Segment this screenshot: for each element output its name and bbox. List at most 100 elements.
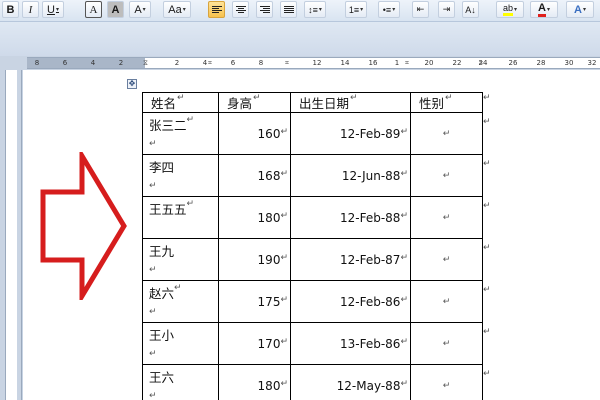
change-case-icon[interactable]: Aa ▾ — [163, 1, 191, 18]
row-end-mark: ↵ — [483, 158, 491, 168]
ribbon-lower-panel — [0, 22, 600, 56]
row-end-mark: ↵ — [483, 368, 491, 378]
decrease-indent-icon[interactable]: ⇤ — [412, 1, 429, 18]
vertical-ruler[interactable] — [0, 70, 22, 400]
text-effects-icon[interactable]: A ▾ — [566, 1, 594, 18]
cell-name[interactable]: 王小 ↵ — [142, 322, 219, 365]
cell-name[interactable]: 王九 ↵ — [142, 238, 219, 281]
formatting-ribbon: B I U ▾ A A A ▾ Aa ▾ ↕≡ ▾ 1≡ ▾ •≡ ▾ ⇤ ⇥ A↓ ab ▾… — [0, 0, 600, 22]
table-row: 王五五↵ 180↵ 12-Feb-88↵ ↵ — [142, 196, 483, 239]
bullets-icon[interactable]: •≡ ▾ — [378, 1, 400, 18]
red-arrow-icon — [40, 152, 127, 300]
ruler-number: 20 — [424, 59, 434, 67]
header-cell-gender[interactable]: 性别↵ — [410, 92, 483, 113]
ruler-number: 2 — [174, 59, 180, 67]
ruler-number: 8 — [34, 59, 40, 67]
ruler-number: 30 — [564, 59, 574, 67]
row-end-mark: ↵ — [483, 92, 491, 102]
italic-icon[interactable]: I — [22, 1, 39, 18]
table-row: 张三二↵ ↵ 160↵ 12-Feb-89↵ ↵ — [142, 112, 483, 155]
row-end-mark: ↵ — [483, 284, 491, 294]
clear-format-icon[interactable]: A ▾ — [129, 1, 151, 18]
cell-gender[interactable]: ↵ — [410, 112, 483, 155]
cell-dob[interactable]: 12-Jun-88↵ — [290, 154, 411, 197]
ruler-number: 16 — [368, 59, 378, 67]
align-right-icon[interactable] — [256, 1, 273, 18]
align-left-icon[interactable] — [208, 1, 225, 18]
cell-height[interactable]: 160↵ — [218, 112, 291, 155]
char-shading-icon[interactable]: A — [107, 1, 124, 18]
sort-icon[interactable]: A↓ — [462, 1, 479, 18]
cell-name[interactable]: 赵六↵ ↵ — [142, 280, 219, 323]
ruler-number: 6 — [230, 59, 236, 67]
table-row: 王九 ↵ 190↵ 12-Feb-87↵ ↵ — [142, 238, 483, 281]
ruler-number: 1 — [394, 59, 400, 67]
underline-icon[interactable]: U ▾ — [42, 1, 64, 18]
cell-gender[interactable]: ↵ — [410, 280, 483, 323]
header-cell-dob[interactable]: 出生日期↵ — [290, 92, 411, 113]
cell-dob[interactable]: 12-Feb-86↵ — [290, 280, 411, 323]
cell-dob[interactable]: 12-May-88↵ — [290, 364, 411, 400]
bold-icon[interactable]: B — [2, 1, 19, 18]
indent-marker-icon[interactable]: ⧖ — [143, 58, 148, 69]
cell-dob[interactable]: 12-Feb-88↵ — [290, 196, 411, 239]
vertical-ruler-track — [5, 70, 17, 400]
cell-gender[interactable]: ↵ — [410, 322, 483, 365]
numbering-icon[interactable]: 1≡ ▾ — [345, 1, 367, 18]
data-table[interactable]: 姓名↵ 身高↵ 出生日期↵ 性别↵ 张三二↵ ↵ 160↵ 12-Feb-89↵ … — [142, 92, 483, 400]
cell-gender[interactable]: ↵ — [410, 364, 483, 400]
ruler-number: 4 — [202, 59, 208, 67]
cell-height[interactable]: 180↵ — [218, 364, 291, 400]
justify-icon[interactable] — [280, 1, 297, 18]
header-cell-name[interactable]: 姓名↵ — [142, 92, 219, 113]
table-move-handle-icon[interactable]: ✥ — [127, 79, 137, 89]
ruler-number: 28 — [536, 59, 546, 67]
cell-height[interactable]: 180↵ — [218, 196, 291, 239]
column-marker-icon[interactable]: ⌗ — [285, 58, 289, 69]
table-row: 王六 ↵ 180↵ 12-May-88↵ ↵ — [142, 364, 483, 400]
align-center-icon[interactable] — [232, 1, 249, 18]
header-cell-height[interactable]: 身高↵ — [218, 92, 291, 113]
ruler-number: 6 — [62, 59, 68, 67]
ruler-number: 22 — [452, 59, 462, 67]
cell-dob[interactable]: 12-Feb-87↵ — [290, 238, 411, 281]
cell-gender[interactable]: ↵ — [410, 196, 483, 239]
row-end-mark: ↵ — [483, 326, 491, 336]
cell-name[interactable]: 王六 ↵ — [142, 364, 219, 400]
font-color-icon[interactable]: A ▾ — [530, 1, 558, 18]
cell-dob[interactable]: 13-Feb-86↵ — [290, 322, 411, 365]
cell-dob[interactable]: 12-Feb-89↵ — [290, 112, 411, 155]
cell-height[interactable]: 170↵ — [218, 322, 291, 365]
ruler-number: 26 — [508, 59, 518, 67]
column-marker-icon[interactable]: ⌗ — [479, 58, 483, 69]
cell-height[interactable]: 175↵ — [218, 280, 291, 323]
cell-gender[interactable]: ↵ — [410, 154, 483, 197]
cell-gender[interactable]: ↵ — [410, 238, 483, 281]
ruler-number: 2 — [118, 59, 124, 67]
column-marker-icon[interactable]: ⌗ — [208, 58, 212, 69]
highlight-icon[interactable]: ab ▾ — [496, 1, 524, 18]
cell-height[interactable]: 190↵ — [218, 238, 291, 281]
table-row: 赵六↵ ↵ 175↵ 12-Feb-86↵ ↵ — [142, 280, 483, 323]
column-marker-icon[interactable]: ⌗ — [405, 58, 409, 69]
cell-name[interactable]: 李四 ↵ — [142, 154, 219, 197]
ruler-number: 32 — [587, 59, 597, 67]
row-end-mark: ↵ — [483, 242, 491, 252]
table-row: 王小 ↵ 170↵ 13-Feb-86↵ ↵ — [142, 322, 483, 365]
char-border-icon[interactable]: A — [85, 1, 102, 18]
table-row: 李四 ↵ 168↵ 12-Jun-88↵ ↵ — [142, 154, 483, 197]
ruler-number: 4 — [90, 59, 96, 67]
cell-height[interactable]: 168↵ — [218, 154, 291, 197]
ruler-number: 12 — [312, 59, 322, 67]
ruler-number: 14 — [340, 59, 350, 67]
cell-name[interactable]: 张三二↵ ↵ — [142, 112, 219, 155]
horizontal-ruler[interactable]: 8 6 4 2 ⧖ 2 4 ⌗ 6 8 ⌗ 12 14 16 1 ⌗ 20 22… — [27, 57, 600, 69]
ruler-left-margin — [27, 58, 145, 68]
row-end-mark: ↵ — [483, 200, 491, 210]
table-header-row: 姓名↵ 身高↵ 出生日期↵ 性别↵ — [142, 92, 483, 113]
line-spacing-icon[interactable]: ↕≡ ▾ — [304, 1, 326, 18]
cell-name[interactable]: 王五五↵ — [142, 196, 219, 239]
ruler-number: 8 — [258, 59, 264, 67]
increase-indent-icon[interactable]: ⇥ — [438, 1, 455, 18]
row-end-mark: ↵ — [483, 116, 491, 126]
